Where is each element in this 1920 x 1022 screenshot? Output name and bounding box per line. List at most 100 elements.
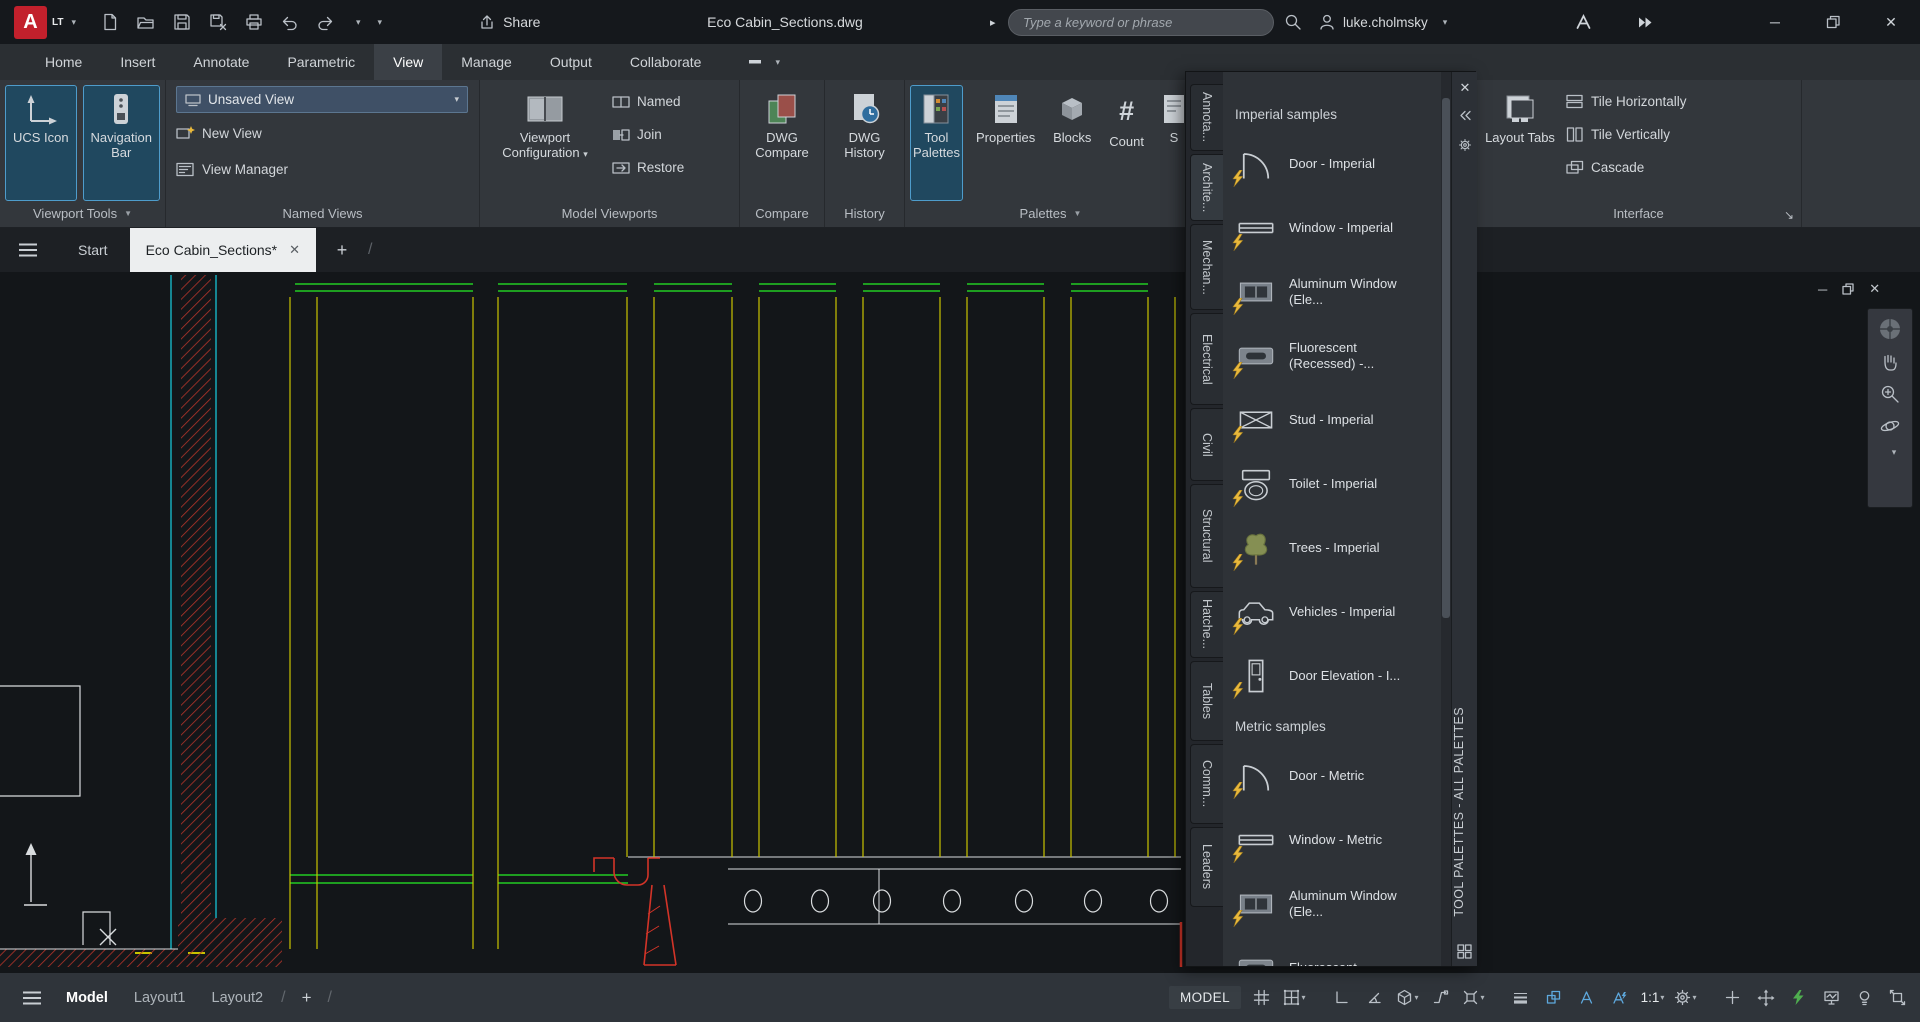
- search-input[interactable]: [1008, 9, 1274, 36]
- panel-footer-model-viewports[interactable]: Model Viewports: [480, 200, 739, 227]
- view-manager-button[interactable]: View Manager: [176, 154, 473, 185]
- minimize-button[interactable]: ─: [1746, 0, 1804, 44]
- polar-tracking-toggle[interactable]: [1362, 984, 1387, 1011]
- new-layout-button[interactable]: +: [292, 988, 322, 1008]
- isolate-objects-toggle[interactable]: [1852, 984, 1877, 1011]
- snap-toggle[interactable]: ▾: [1282, 984, 1307, 1011]
- pan-hand-icon[interactable]: [1879, 351, 1901, 373]
- panel-footer-palettes[interactable]: Palettes▼: [905, 200, 1196, 227]
- new-view-button[interactable]: New View: [176, 118, 473, 149]
- open-file-button[interactable]: [132, 9, 159, 36]
- palette-tab-electrical[interactable]: Electrical: [1190, 313, 1223, 405]
- palette-grid-icon[interactable]: [1457, 944, 1472, 959]
- annotation-scale-control[interactable]: 1:1▾: [1640, 984, 1665, 1011]
- user-account-menu[interactable]: luke.cholmsky ▾: [1318, 0, 1447, 44]
- cascade-button[interactable]: Cascade: [1566, 152, 1687, 183]
- named-viewports-button[interactable]: Named: [612, 86, 684, 117]
- panel-expand-icon[interactable]: ↘: [1784, 208, 1794, 222]
- palette-tab-hatches[interactable]: Hatche...: [1190, 591, 1223, 658]
- tile-horizontally-button[interactable]: Tile Horizontally: [1566, 86, 1687, 117]
- clean-screen-toggle[interactable]: [1885, 984, 1910, 1011]
- zoom-icon[interactable]: [1879, 383, 1901, 405]
- palette-item[interactable]: Aluminum Window (Ele...: [1223, 260, 1441, 324]
- ribbon-tab-home[interactable]: Home: [26, 44, 101, 80]
- drawing-canvas[interactable]: ─ ✕ ▾: [0, 272, 1920, 973]
- osnap-caret-icon[interactable]: ▾: [1480, 993, 1484, 1002]
- isodraft-caret-icon[interactable]: ▾: [1414, 993, 1418, 1002]
- layout2-tab[interactable]: Layout2: [200, 990, 276, 1006]
- view-dropdown[interactable]: Unsaved View ▾: [176, 86, 468, 113]
- app-menu-caret-icon[interactable]: ▾: [71, 17, 76, 28]
- scrollbar-thumb[interactable]: [1442, 98, 1450, 618]
- ribbon-tab-view[interactable]: View: [374, 44, 442, 80]
- model-tab[interactable]: Model: [54, 990, 120, 1006]
- palette-close-icon[interactable]: ✕: [1452, 77, 1478, 99]
- palette-item[interactable]: Toilet - Imperial: [1223, 452, 1441, 516]
- titlebar-flyout-icon[interactable]: ▸: [990, 0, 996, 44]
- pan-control[interactable]: [1753, 984, 1778, 1011]
- palette-item[interactable]: Fluorescent (Recessed) -...: [1223, 324, 1441, 388]
- file-tabs-menu-button[interactable]: [0, 228, 56, 272]
- redo-button[interactable]: [312, 9, 339, 36]
- palette-item[interactable]: Door - Metric: [1223, 744, 1441, 808]
- ribbon-tab-parametric[interactable]: Parametric: [268, 44, 374, 80]
- tab-close-icon[interactable]: ✕: [289, 242, 300, 258]
- isodraft-toggle[interactable]: ▾: [1395, 984, 1420, 1011]
- palette-tab-architectural[interactable]: Archite...: [1190, 154, 1223, 221]
- add-customization-button[interactable]: [1720, 984, 1745, 1011]
- panel-footer-viewport-tools[interactable]: Viewport Tools▼: [0, 200, 165, 227]
- workspace-settings-button[interactable]: ▾: [1673, 984, 1698, 1011]
- palette-item[interactable]: Window - Imperial: [1223, 196, 1441, 260]
- save-button[interactable]: [168, 9, 195, 36]
- blocks-button[interactable]: Blocks: [1049, 86, 1095, 200]
- palette-tab-annotation[interactable]: Annota...: [1190, 84, 1223, 151]
- tool-palettes-button[interactable]: Tool Palettes: [911, 86, 962, 200]
- search-icon[interactable]: [1284, 13, 1302, 31]
- qat-customize-caret-icon[interactable]: ▾: [378, 17, 383, 28]
- palette-item[interactable]: Door - Imperial: [1223, 132, 1441, 196]
- share-button[interactable]: Share: [478, 13, 540, 31]
- osnap-toggle[interactable]: ▾: [1461, 984, 1486, 1011]
- count-button[interactable]: # Count: [1107, 86, 1146, 200]
- ribbon-tab-output[interactable]: Output: [531, 44, 611, 80]
- active-drawing-tab[interactable]: Eco Cabin_Sections* ✕: [130, 228, 316, 272]
- properties-button[interactable]: Properties: [974, 86, 1037, 200]
- palette-item[interactable]: Trees - Imperial: [1223, 516, 1441, 580]
- layout1-tab[interactable]: Layout1: [122, 990, 198, 1006]
- annotation-visibility-toggle[interactable]: [1574, 984, 1599, 1011]
- ribbon-tab-collaborate[interactable]: Collaborate: [611, 44, 721, 80]
- panel-footer-compare[interactable]: Compare: [740, 200, 824, 227]
- dwg-history-button[interactable]: DWG History: [832, 86, 898, 200]
- workspace-caret-icon[interactable]: ▾: [1692, 993, 1696, 1002]
- palette-item[interactable]: Stud - Imperial: [1223, 388, 1441, 452]
- osnap-tracking-toggle[interactable]: [1428, 984, 1453, 1011]
- annotation-autoscale-toggle[interactable]: [1607, 984, 1632, 1011]
- snap-caret-icon[interactable]: ▾: [1301, 993, 1305, 1002]
- restore-viewports-button[interactable]: Restore: [612, 152, 684, 183]
- layout-tabs-button[interactable]: Layout Tabs: [1482, 86, 1558, 200]
- cad-drawing[interactable]: [0, 272, 1920, 973]
- ribbon-tab-insert[interactable]: Insert: [101, 44, 174, 80]
- palette-item[interactable]: Aluminum Window (Ele...: [1223, 872, 1441, 936]
- palette-tab-command[interactable]: Comm...: [1190, 744, 1223, 824]
- show-more-toolbar-icon[interactable]: [1636, 14, 1654, 31]
- autodesk-access-icon[interactable]: [1574, 13, 1593, 31]
- palette-title[interactable]: TOOL PALETTES - ALL PALETTES: [1452, 707, 1478, 917]
- model-space-button[interactable]: MODEL: [1169, 986, 1241, 1009]
- dwg-compare-button[interactable]: DWG Compare: [747, 86, 817, 200]
- palette-item[interactable]: Fluorescent: [1223, 936, 1441, 966]
- tile-vertically-button[interactable]: Tile Vertically: [1566, 119, 1687, 150]
- save-as-button[interactable]: [204, 9, 231, 36]
- ribbon-tab-manage[interactable]: Manage: [442, 44, 531, 80]
- panel-footer-named-views[interactable]: Named Views: [166, 200, 479, 227]
- palette-tab-leaders[interactable]: Leaders: [1190, 827, 1223, 907]
- new-file-button[interactable]: [96, 9, 123, 36]
- palette-item[interactable]: Vehicles - Imperial: [1223, 580, 1441, 644]
- navigation-bar-button[interactable]: Navigation Bar: [84, 86, 159, 200]
- ribbon-tab-annotate[interactable]: Annotate: [174, 44, 268, 80]
- drawing-minimize-icon[interactable]: ─: [1818, 282, 1827, 297]
- palette-properties-icon[interactable]: [1452, 134, 1478, 156]
- undo-button[interactable]: [276, 9, 303, 36]
- grid-toggle[interactable]: [1249, 984, 1274, 1011]
- palette-tab-tables[interactable]: Tables: [1190, 661, 1223, 741]
